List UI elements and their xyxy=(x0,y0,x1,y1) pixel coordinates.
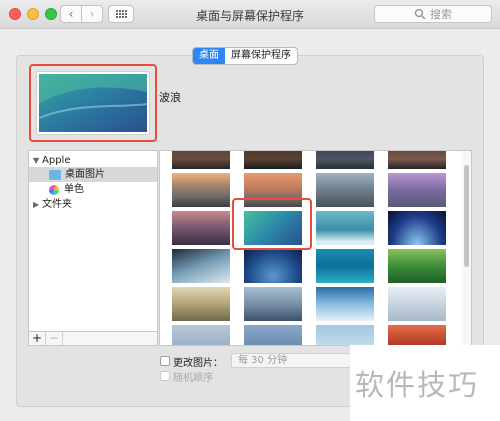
grid-scrollbar[interactable] xyxy=(462,151,471,345)
current-wallpaper-preview xyxy=(37,72,149,134)
wallpaper-thumbnail[interactable] xyxy=(244,249,302,283)
current-wallpaper-highlight xyxy=(29,64,157,142)
title-bar: ‹ › 桌面与屏幕保护程序 搜索 xyxy=(0,0,500,29)
sidebar-group-folders[interactable]: ▶ 文件夹 xyxy=(33,197,153,212)
wallpaper-thumbnail[interactable] xyxy=(388,211,446,245)
sidebar-group-apple[interactable]: ▼ Apple xyxy=(33,153,153,168)
tab-desktop[interactable]: 桌面 xyxy=(193,48,225,64)
search-icon xyxy=(414,8,426,20)
selected-wallpaper-highlight xyxy=(232,198,312,250)
wallpaper-thumbnail[interactable] xyxy=(388,173,446,207)
wallpaper-thumbnail[interactable] xyxy=(316,151,374,169)
disclosure-collapsed-icon: ▶ xyxy=(33,200,40,209)
remove-folder-button[interactable]: − xyxy=(46,332,63,345)
search-field[interactable]: 搜索 xyxy=(374,5,492,23)
sidebar-folders-label: 文件夹 xyxy=(42,199,72,210)
source-list: ▼ Apple 桌面图片 单色 ▶ 文件夹 xyxy=(28,150,158,332)
wallpaper-thumbnail[interactable] xyxy=(316,211,374,245)
disclosure-expanded-icon: ▼ xyxy=(33,156,40,165)
wallpaper-thumbnail[interactable] xyxy=(388,249,446,283)
random-order-checkbox[interactable] xyxy=(160,371,170,381)
tab-screensaver[interactable]: 屏幕保护程序 xyxy=(225,48,297,64)
wave-wallpaper-image xyxy=(38,74,148,132)
wallpaper-thumbnail[interactable] xyxy=(172,287,230,321)
add-folder-button[interactable]: + xyxy=(29,332,46,345)
wallpaper-thumbnail[interactable] xyxy=(244,325,302,345)
wallpaper-grid xyxy=(159,150,472,346)
sidebar-item-desktop-pictures[interactable]: 桌面图片 xyxy=(29,167,157,182)
watermark-text: 软件技巧 xyxy=(355,368,480,402)
interval-popup[interactable]: 每 30 分钟 xyxy=(231,353,351,368)
wallpaper-thumbnail[interactable] xyxy=(316,173,374,207)
wallpaper-thumbnail[interactable] xyxy=(388,325,446,345)
wallpaper-thumbnail[interactable] xyxy=(172,211,230,245)
folder-icon xyxy=(49,169,61,180)
wallpaper-thumbnail[interactable] xyxy=(172,325,230,345)
source-list-buttons: + − xyxy=(28,332,158,346)
wallpaper-thumbnail[interactable] xyxy=(244,287,302,321)
wallpaper-thumbnail[interactable] xyxy=(388,151,446,169)
wallpaper-thumbnail[interactable] xyxy=(316,325,374,345)
wallpaper-thumbnail[interactable] xyxy=(316,249,374,283)
color-wheel-icon xyxy=(49,184,59,195)
search-placeholder: 搜索 xyxy=(430,8,452,21)
sidebar-item-solid-colors[interactable]: 单色 xyxy=(49,182,149,197)
change-picture-label: 更改图片： xyxy=(173,358,223,369)
wallpaper-thumbnail[interactable] xyxy=(388,287,446,321)
desktop-screensaver-window: ‹ › 桌面与屏幕保护程序 搜索 桌面 屏幕保护程序 波浪 ▼ Apple 桌面… xyxy=(0,0,500,421)
wallpaper-thumbnail[interactable] xyxy=(172,173,230,207)
sidebar-item-label: 单色 xyxy=(64,184,84,195)
sidebar-item-label: 桌面图片 xyxy=(65,169,105,180)
change-picture-checkbox[interactable] xyxy=(160,356,170,366)
wallpaper-name: 波浪 xyxy=(159,91,181,104)
tab-bar: 桌面 屏幕保护程序 xyxy=(192,47,298,65)
wallpaper-thumbnail[interactable] xyxy=(172,249,230,283)
wallpaper-thumbnail[interactable] xyxy=(244,151,302,169)
sidebar-group-label: Apple xyxy=(42,155,71,166)
wallpaper-thumbnail[interactable] xyxy=(172,151,230,169)
wallpaper-thumbnail[interactable] xyxy=(316,287,374,321)
random-order-label: 随机顺序 xyxy=(173,373,213,384)
grid-scroll-thumb[interactable] xyxy=(464,165,469,267)
